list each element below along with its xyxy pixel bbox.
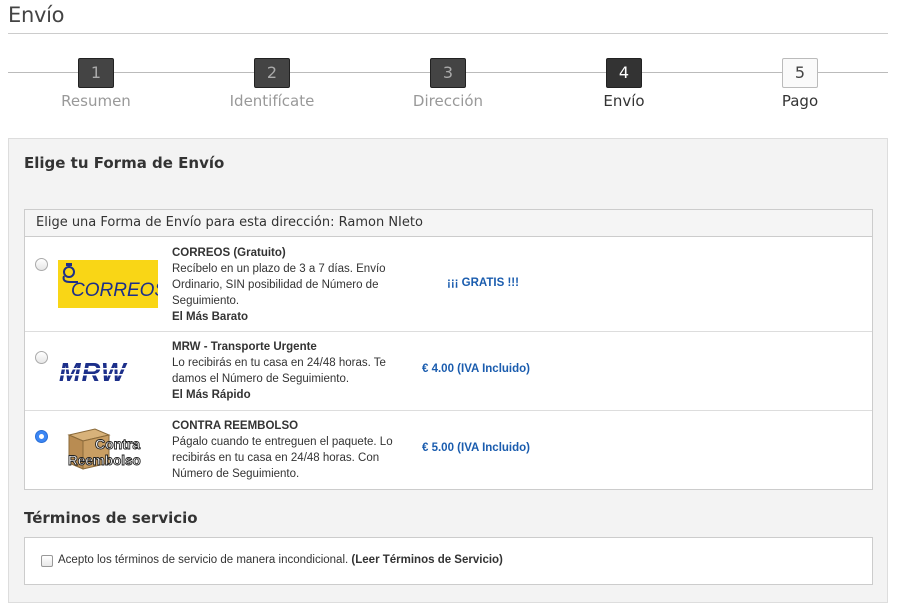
correos-text: Recíbelo en un plazo de 3 a 7 días. Enví… (172, 263, 386, 307)
checkout-steps: 1 Resumen 2 Identifícate 3 Dirección 4 E… (8, 58, 888, 118)
correos-description: CORREOS (Gratuito) Recíbelo en un plazo … (172, 245, 407, 325)
step-number: 2 (254, 58, 290, 88)
mrw-price: € 4.00 (IVA Incluido) (422, 363, 530, 375)
step-number: 1 (78, 58, 114, 88)
step-label: Envío (603, 92, 645, 110)
correos-posthorn-icon: CORREOS (62, 263, 167, 301)
step-direccion[interactable]: 3 Dirección (378, 58, 518, 110)
correos-tag: El Más Barato (172, 311, 249, 323)
terms-heading: Términos de servicio (24, 509, 198, 527)
mrw-logo: MRW (58, 347, 158, 395)
step-identificate[interactable]: 2 Identifícate (202, 58, 342, 110)
mrw-description: MRW - Transporte Urgente Lo recibirás en… (172, 339, 407, 403)
step-number: 3 (430, 58, 466, 88)
terms-link[interactable]: (Leer Términos de Servicio) (351, 554, 502, 566)
page-title: Envío (8, 3, 65, 27)
terms-checkbox[interactable] (41, 555, 53, 567)
shipping-option-correos[interactable]: CORREOS CORREOS (Gratuito) Recíbelo en u… (25, 237, 872, 332)
correos-price: ¡¡¡ GRATIS !!! (447, 277, 519, 289)
shipping-options-box: Elige una Forma de Envío para esta direc… (24, 209, 873, 490)
step-envio: 4 Envío (554, 58, 694, 110)
shipping-heading: Elige tu Forma de Envío (24, 154, 225, 172)
contrareembolso-price: € 5.00 (IVA Incluido) (422, 442, 530, 454)
step-label: Resumen (61, 92, 131, 110)
step-label: Dirección (412, 92, 484, 110)
contrareembolso-radio[interactable] (35, 430, 48, 443)
mrw-logo-icon: MRW (59, 357, 156, 387)
correos-logo-text: CORREOS (71, 280, 158, 301)
shipping-options-header: Elige una Forma de Envío para esta direc… (25, 210, 872, 237)
mrw-logo-text: MRW (59, 357, 128, 387)
contrareembolso-title: CONTRA REEMBOLSO (172, 420, 299, 432)
step-number: 4 (606, 58, 642, 88)
correos-title: CORREOS (Gratuito) (172, 247, 286, 259)
cardboard-box-icon: Contra Reembolso (67, 428, 141, 470)
mrw-radio[interactable] (35, 351, 48, 364)
mrw-text: Lo recibirás en tu casa en 24/48 horas. … (172, 357, 386, 385)
terms-box: Acepto los términos de servicio de maner… (24, 537, 873, 585)
terms-text: Acepto los términos de servicio de maner… (58, 554, 349, 566)
mrw-title: MRW - Transporte Urgente (172, 341, 317, 353)
shipping-option-mrw[interactable]: MRW MRW - Transporte Urgente Lo recibirá… (25, 332, 872, 411)
contrareembolso-text: Págalo cuando te entreguen el paquete. L… (172, 436, 393, 480)
step-label: Identifícate (229, 92, 315, 110)
contrareembolso-logo: Contra Reembolso (65, 425, 155, 473)
contrareembolso-logo-text-2: Reembolso (68, 453, 141, 468)
shipping-panel: Elige tu Forma de Envío Elige una Forma … (8, 138, 888, 603)
title-divider (8, 33, 888, 34)
contrareembolso-logo-text-1: Contra (95, 436, 140, 452)
mrw-tag: El Más Rápido (172, 389, 251, 401)
correos-logo: CORREOS (58, 260, 167, 308)
shipping-option-contrareembolso[interactable]: Contra Reembolso CONTRA REEMBOLSO Págalo… (25, 411, 872, 489)
step-resumen[interactable]: 1 Resumen (26, 58, 166, 110)
step-label: Pago (781, 92, 819, 110)
step-pago: 5 Pago (730, 58, 870, 110)
terms-label: Acepto los términos de servicio de maner… (58, 554, 503, 566)
correos-radio[interactable] (35, 258, 48, 271)
contrareembolso-description: CONTRA REEMBOLSO Págalo cuando te entreg… (172, 418, 407, 482)
step-number: 5 (782, 58, 818, 88)
